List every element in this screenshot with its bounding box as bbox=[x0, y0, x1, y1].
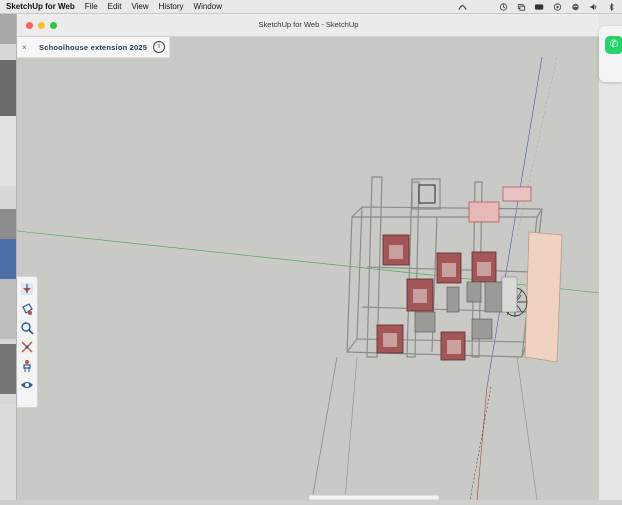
time-machine-icon[interactable] bbox=[499, 2, 508, 11]
background-window bbox=[0, 116, 16, 186]
browser-window: SketchUp for Web - SketchUp × Schoolhous… bbox=[16, 14, 601, 501]
info-icon[interactable]: i bbox=[153, 41, 165, 53]
status-icons bbox=[458, 0, 616, 13]
search-icon[interactable] bbox=[20, 321, 34, 335]
bottom-panel-edge bbox=[308, 494, 440, 501]
close-model-button[interactable]: × bbox=[22, 43, 32, 52]
wifi-icon[interactable] bbox=[571, 3, 580, 11]
app-menu[interactable]: SketchUp for Web bbox=[6, 2, 75, 11]
axis-guide bbox=[469, 386, 492, 501]
axis-guide bbox=[516, 56, 558, 238]
select-icon[interactable] bbox=[20, 282, 34, 296]
background-app-right: ✆ bbox=[599, 14, 622, 500]
menu-history[interactable]: History bbox=[159, 2, 184, 11]
annex-block[interactable] bbox=[524, 231, 563, 363]
background-window bbox=[0, 344, 16, 394]
menu-bar: SketchUp for Web File Edit View History … bbox=[0, 0, 622, 14]
background-app-strip bbox=[0, 14, 16, 500]
menu-view[interactable]: View bbox=[131, 2, 148, 11]
background-window bbox=[0, 239, 16, 279]
menu-edit[interactable]: Edit bbox=[108, 2, 122, 11]
top-element[interactable] bbox=[468, 201, 500, 223]
building-model[interactable] bbox=[311, 176, 543, 501]
background-window bbox=[0, 14, 16, 44]
screen-mirror-icon[interactable] bbox=[517, 3, 526, 11]
person-walk-icon[interactable] bbox=[20, 359, 34, 373]
red-axis bbox=[476, 386, 488, 501]
bluetooth-icon[interactable] bbox=[607, 2, 616, 11]
background-window bbox=[0, 279, 16, 339]
tool-palette bbox=[17, 276, 38, 408]
paint-bucket-icon[interactable] bbox=[20, 302, 34, 316]
menu-file[interactable]: File bbox=[85, 2, 98, 11]
model-canvas[interactable] bbox=[16, 56, 601, 501]
whatsapp-icon[interactable]: ✆ bbox=[605, 36, 622, 54]
eye-icon[interactable] bbox=[20, 378, 34, 392]
notification-panel bbox=[599, 26, 622, 82]
play-icon[interactable] bbox=[553, 2, 562, 11]
3d-viewport[interactable] bbox=[16, 56, 601, 501]
background-window bbox=[0, 209, 16, 239]
battery-icon[interactable] bbox=[535, 3, 544, 11]
background-window bbox=[0, 60, 16, 116]
model-name[interactable]: Schoolhouse extension 2025 bbox=[39, 43, 147, 52]
model-title-bar: × Schoolhouse extension 2025 i bbox=[17, 37, 170, 58]
window-titlebar: SketchUp for Web - SketchUp bbox=[17, 14, 600, 37]
siri-icon[interactable] bbox=[458, 3, 467, 11]
top-element[interactable] bbox=[502, 186, 532, 202]
volume-icon[interactable] bbox=[589, 3, 598, 11]
menu-window[interactable]: Window bbox=[194, 2, 222, 11]
move-icon[interactable] bbox=[20, 340, 34, 354]
background-window bbox=[0, 404, 16, 500]
stair-element[interactable] bbox=[501, 276, 518, 313]
window-title: SketchUp for Web - SketchUp bbox=[258, 20, 359, 29]
